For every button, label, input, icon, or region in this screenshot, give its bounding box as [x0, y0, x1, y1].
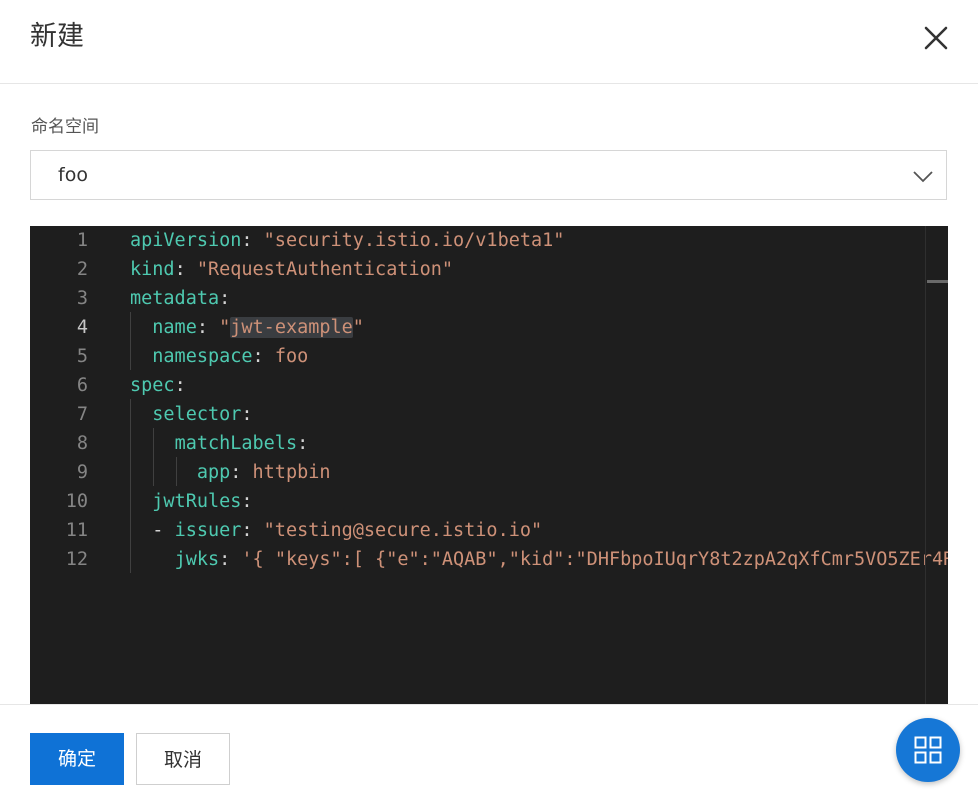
- code-token: "testing@secure.istio.io": [263, 520, 543, 541]
- code-text: jwtRules:: [130, 487, 253, 516]
- cancel-button[interactable]: 取消: [136, 733, 230, 785]
- code-text: metadata:: [130, 284, 230, 313]
- code-text: - issuer: "testing@secure.istio.io": [130, 516, 542, 545]
- code-text: namespace: foo: [130, 342, 308, 371]
- code-token: :: [196, 317, 220, 338]
- code-token: :: [219, 549, 242, 570]
- code-token: :: [241, 230, 264, 251]
- code-token: kind: [130, 259, 175, 280]
- code-text: app: httpbin: [130, 458, 331, 487]
- floating-action-button[interactable]: [896, 718, 960, 782]
- code-token: foo: [274, 346, 309, 367]
- code-line[interactable]: 2 kind: "RequestAuthentication": [30, 255, 925, 284]
- code-token: :: [174, 259, 197, 280]
- line-number: 11: [65, 520, 88, 541]
- line-number: 1: [76, 230, 88, 251]
- code-token: :: [241, 404, 253, 425]
- code-token: :: [230, 462, 253, 483]
- dialog-title: 新建: [30, 21, 84, 52]
- code-token: ": [352, 317, 364, 338]
- code-line[interactable]: 9 app: httpbin: [30, 458, 925, 487]
- line-number: 12: [65, 549, 88, 570]
- code-line[interactable]: 7 selector:: [30, 400, 925, 429]
- namespace-select[interactable]: foo: [30, 150, 947, 200]
- code-token: jwtRules: [152, 491, 242, 512]
- code-token: app: [196, 462, 231, 483]
- code-token: "security.istio.io/v1beta1": [263, 230, 565, 251]
- code-token: :: [174, 375, 186, 396]
- indent-guide: [130, 312, 131, 370]
- code-line[interactable]: 4 name: "jwt-example": [30, 313, 925, 342]
- line-number: 7: [76, 404, 88, 425]
- grid-icon: [914, 736, 942, 764]
- code-token: :: [241, 520, 264, 541]
- code-line[interactable]: 8 matchLabels:: [30, 429, 925, 458]
- yaml-code-editor[interactable]: 1 apiVersion: "security.istio.io/v1beta1"…: [30, 226, 948, 704]
- code-line[interactable]: 1 apiVersion: "security.istio.io/v1beta1": [30, 226, 925, 255]
- code-text: kind: "RequestAuthentication": [130, 255, 453, 284]
- code-token: '{ "keys":[ {"e":"AQAB","kid":"DHFbpoIUq…: [241, 549, 948, 570]
- scrollbar-thumb[interactable]: [927, 280, 948, 283]
- code-line[interactable]: 6 spec:: [30, 371, 925, 400]
- close-icon: [924, 26, 948, 50]
- code-text: jwks: '{ "keys":[ {"e":"AQAB","kid":"DHF…: [130, 545, 948, 574]
- code-token: issuer: [174, 520, 242, 541]
- code-text: apiVersion: "security.istio.io/v1beta1": [130, 226, 564, 255]
- code-line[interactable]: 10 jwtRules:: [30, 487, 925, 516]
- code-token: "RequestAuthentication": [196, 259, 454, 280]
- code-token: matchLabels: [174, 433, 298, 454]
- code-text: spec:: [130, 371, 186, 400]
- code-token: :: [252, 346, 275, 367]
- code-text: name: "jwt-example": [130, 313, 364, 342]
- dialog-footer: 确定 取消: [0, 704, 978, 800]
- code-token: httpbin: [252, 462, 331, 483]
- line-number: 5: [76, 346, 88, 367]
- editor-scrollbar[interactable]: [925, 226, 948, 704]
- code-token: jwks: [174, 549, 220, 570]
- code-token: ": [219, 317, 231, 338]
- code-line[interactable]: 12 jwks: '{ "keys":[ {"e":"AQAB","kid":"…: [30, 545, 948, 574]
- code-token: :: [297, 433, 309, 454]
- code-token: -: [152, 520, 175, 541]
- dialog-header: 新建: [0, 0, 978, 84]
- code-text: matchLabels:: [130, 429, 309, 458]
- line-number: 10: [65, 491, 88, 512]
- indent-guide: [130, 399, 131, 573]
- code-token: jwt-example: [230, 317, 353, 338]
- code-token: spec: [130, 375, 175, 396]
- indent-guide: [153, 428, 154, 486]
- indent-guide: [176, 457, 177, 486]
- code-line[interactable]: 5 namespace: foo: [30, 342, 925, 371]
- close-button[interactable]: [918, 20, 954, 56]
- code-token: :: [219, 288, 231, 309]
- code-token: namespace: [152, 346, 253, 367]
- namespace-select-value: foo: [58, 164, 88, 186]
- code-token: :: [241, 491, 253, 512]
- line-number: 3: [76, 288, 88, 309]
- line-number: 2: [76, 259, 88, 280]
- line-number: 9: [76, 462, 88, 483]
- code-line[interactable]: 11 - issuer: "testing@secure.istio.io": [30, 516, 925, 545]
- code-text: selector:: [130, 400, 253, 429]
- code-token: apiVersion: [130, 230, 242, 251]
- code-token: selector: [152, 404, 242, 425]
- chevron-down-icon: [913, 171, 933, 183]
- code-token: metadata: [130, 288, 220, 309]
- confirm-button[interactable]: 确定: [30, 733, 124, 785]
- code-line[interactable]: 3 metadata:: [30, 284, 925, 313]
- namespace-label: 命名空间: [31, 117, 99, 137]
- line-number: 4: [76, 317, 88, 338]
- line-number: 8: [76, 433, 88, 454]
- code-token: name: [152, 317, 197, 338]
- line-number: 6: [76, 375, 88, 396]
